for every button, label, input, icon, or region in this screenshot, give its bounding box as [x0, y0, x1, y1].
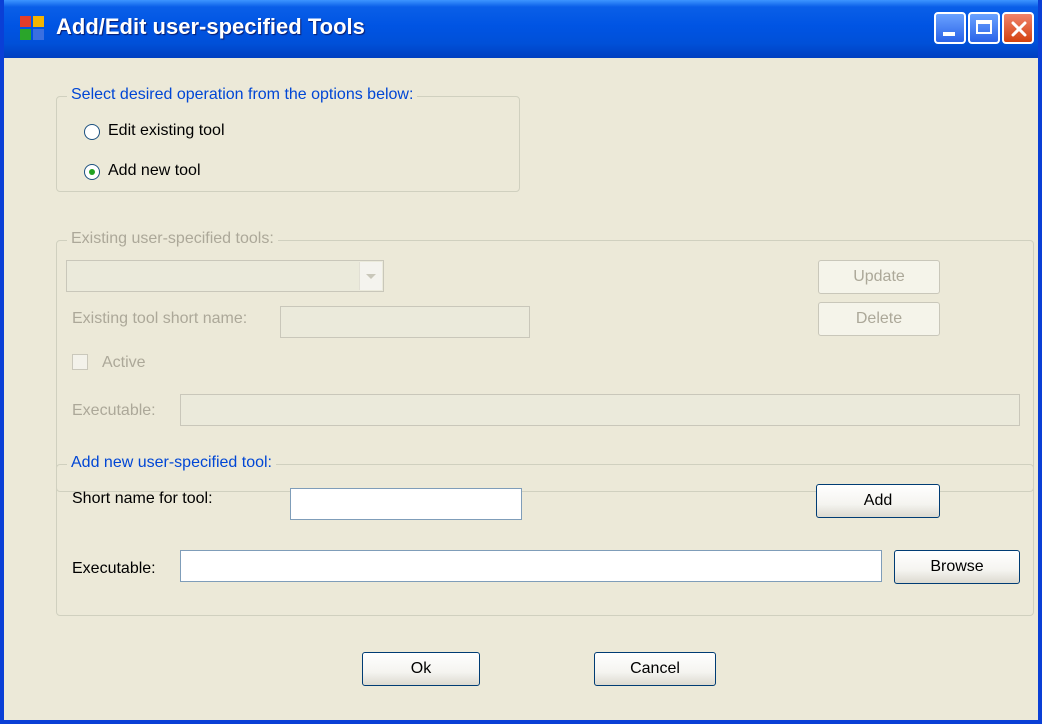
operation-group-title: Select desired operation from the option… — [67, 86, 418, 104]
close-icon — [1011, 21, 1027, 37]
window-title: Add/Edit user-specified Tools — [56, 14, 365, 39]
new-executable-field[interactable] — [180, 550, 882, 582]
minimize-button[interactable] — [934, 12, 966, 44]
update-button[interactable]: Update — [818, 260, 940, 294]
existing-short-name-field[interactable] — [280, 306, 530, 338]
new-short-name-label: Short name for tool: — [72, 490, 213, 507]
close-button[interactable] — [1002, 12, 1034, 44]
add-button[interactable]: Add — [816, 484, 940, 518]
existing-tools-group-title: Existing user-specified tools: — [67, 230, 278, 248]
dialog-window: Add/Edit user-specified Tools Select des… — [0, 0, 1042, 724]
edit-existing-radio[interactable] — [84, 124, 100, 140]
title-bar[interactable]: Add/Edit user-specified Tools — [4, 0, 1038, 58]
active-checkbox[interactable] — [72, 354, 88, 370]
existing-short-name-label: Existing tool short name: — [72, 310, 248, 327]
new-executable-label: Executable: — [72, 560, 156, 577]
delete-button[interactable]: Delete — [818, 302, 940, 336]
browse-button[interactable]: Browse — [894, 550, 1020, 584]
chevron-down-icon[interactable] — [359, 262, 382, 290]
app-icon — [20, 16, 44, 40]
maximize-button[interactable] — [968, 12, 1000, 44]
existing-executable-label: Executable: — [72, 402, 156, 419]
add-new-radio[interactable] — [84, 164, 100, 180]
add-new-label[interactable]: Add new tool — [108, 162, 201, 180]
existing-tool-combo[interactable] — [66, 260, 384, 292]
ok-button[interactable]: Ok — [362, 652, 480, 686]
new-short-name-field[interactable] — [290, 488, 522, 520]
cancel-button[interactable]: Cancel — [594, 652, 716, 686]
dialog-content: Select desired operation from the option… — [4, 58, 1038, 720]
edit-existing-label[interactable]: Edit existing tool — [108, 122, 225, 140]
add-new-tool-group-title: Add new user-specified tool: — [67, 454, 276, 472]
active-label: Active — [102, 354, 146, 371]
existing-executable-field[interactable] — [180, 394, 1020, 426]
